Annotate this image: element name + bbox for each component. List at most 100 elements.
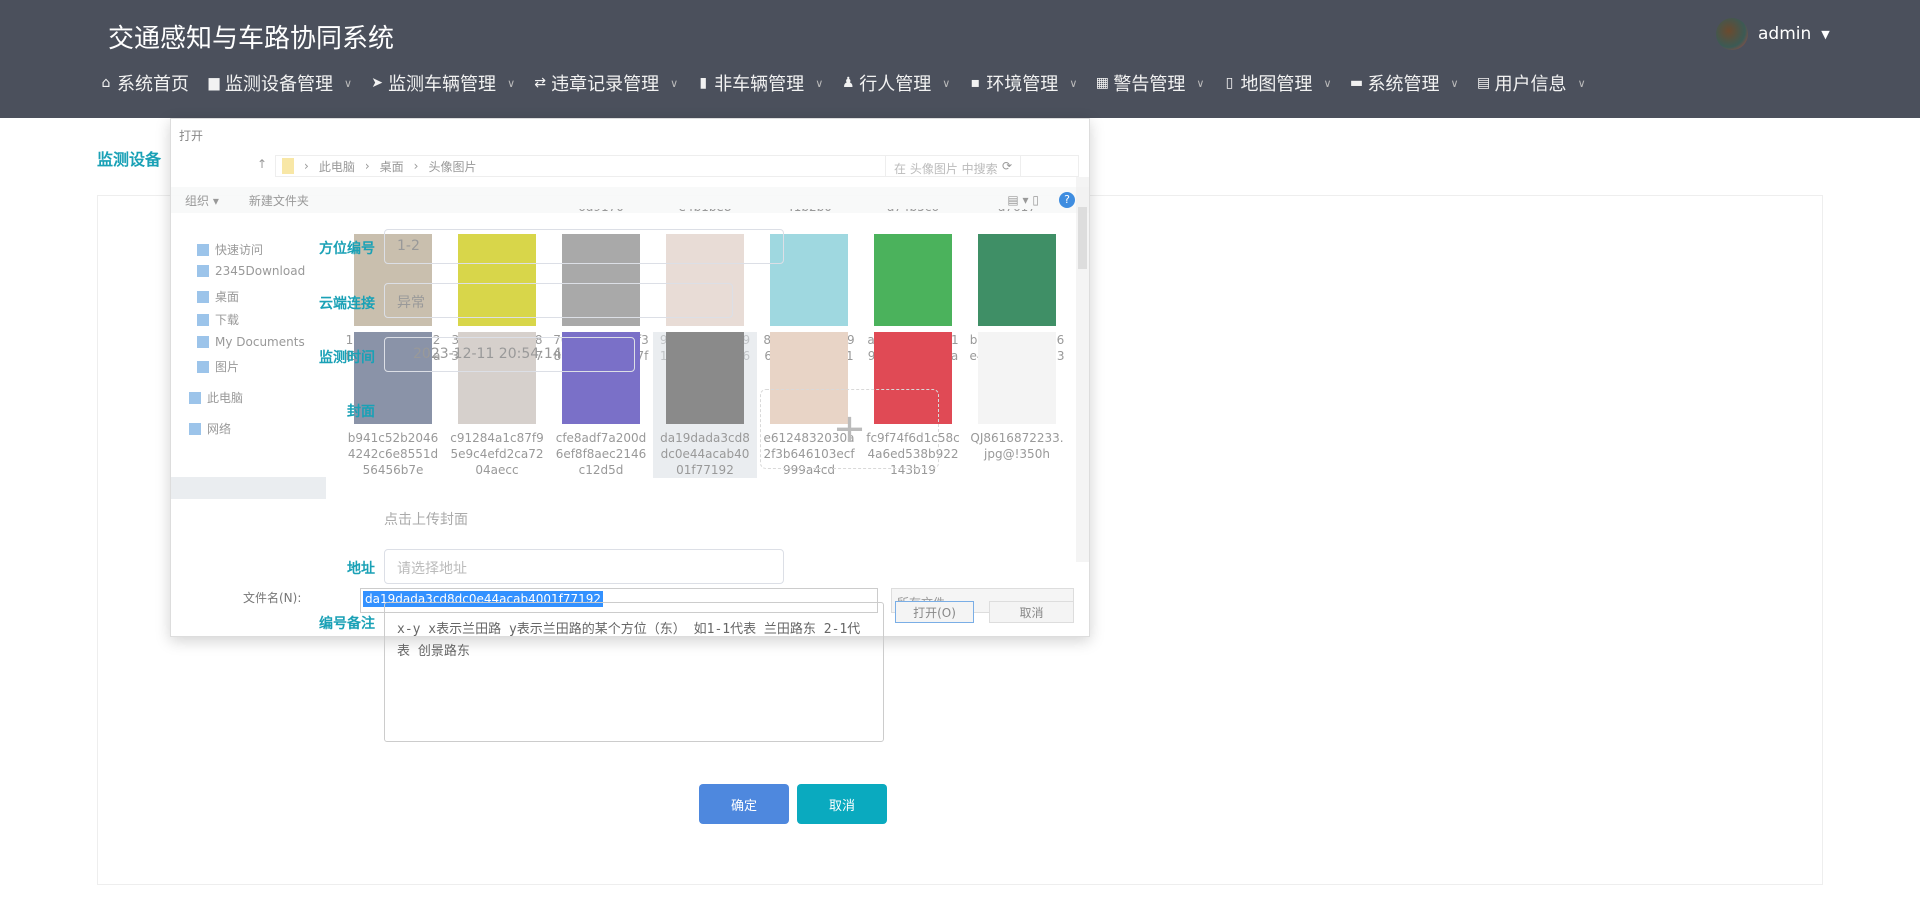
dialog-search-input[interactable]: 在 头像图片 中搜索: [885, 155, 1079, 177]
nav-label: 系统首页: [117, 74, 189, 95]
book-icon: ▮: [699, 75, 708, 91]
home-icon: ⌂: [101, 75, 111, 91]
nav-item-0[interactable]: ⌂ 系统首页: [98, 70, 189, 96]
cloud-select[interactable]: 异常: [384, 283, 733, 318]
file-item[interactable]: da19dada3cd8dc0e44acab4001f77192: [653, 332, 757, 478]
file-item[interactable]: QJ8616872233.jpg@!350h: [965, 332, 1069, 462]
position-input[interactable]: 1-2: [384, 229, 784, 264]
file-item[interactable]: 06b347e4adff11c90b11f99dbc41b2b0: [757, 209, 861, 215]
chevron-down-icon: ∨: [670, 76, 679, 90]
folder-icon: [197, 336, 209, 348]
file-item[interactable]: 00e28290cf3e787d695dfaa1616d9170: [549, 209, 653, 215]
view-icon[interactable]: ▤ ▾ ▯: [1007, 193, 1039, 207]
nav-pane-item[interactable]: 网络: [189, 420, 231, 437]
page-title: 监测设备: [97, 150, 162, 169]
file-name: cfe8adf7a200d6ef8f8aec2146c12d5d: [555, 431, 647, 477]
nav-item-9[interactable]: ▬ 系统管理 ∨: [1349, 70, 1459, 96]
nav-item-4[interactable]: ▮ 非车辆管理 ∨: [695, 70, 823, 96]
nav-pane-item[interactable]: 快速访问: [197, 241, 263, 258]
nav-item-10[interactable]: ▤ 用户信息 ∨: [1476, 70, 1586, 96]
nav-label: 违章记录管理: [551, 74, 660, 95]
help-icon[interactable]: ?: [1059, 192, 1075, 208]
chevron-down-icon: ∨: [507, 76, 516, 90]
nav-item-5[interactable]: ♟ 行人管理 ∨: [840, 70, 950, 96]
organize-button[interactable]: 组织 ▾: [185, 192, 219, 209]
nav-item-6[interactable]: ▪ 环境管理 ∨: [967, 70, 1078, 96]
grid-icon: ▦: [1095, 75, 1109, 91]
nav-label: 警告管理: [1113, 74, 1186, 95]
remark-textarea[interactable]: x-y x表示兰田路 y表示兰田路的某个方位（东） 如1-1代表 兰田路东 2-…: [384, 602, 884, 742]
nav-label: 用户信息: [1494, 74, 1567, 95]
breadcrumb-item[interactable]: 头像图片: [428, 158, 476, 175]
file-thumbnail: [978, 234, 1056, 326]
send-icon: ➤: [371, 75, 383, 91]
nav-pane-label: 此电脑: [207, 391, 244, 405]
cancel-button[interactable]: 取消: [797, 784, 887, 824]
file-name: 7cf600e110d030fedd87fd7dcfea7617: [969, 209, 1065, 215]
file-item[interactable]: 0d90cbd08f51104d87db11bb7e4b1be8: [653, 209, 757, 215]
briefcase-icon: ▆: [208, 75, 220, 91]
file-name: c91284a1c87f95e9c4efd2ca7204aecc: [450, 431, 544, 477]
nav-pane-label: 下载: [215, 313, 240, 327]
nav-pane-item[interactable]: 图片: [197, 358, 239, 375]
chevron-down-icon: ∨: [1069, 76, 1078, 90]
nav-item-7[interactable]: ▦ 警告管理 ∨: [1094, 70, 1205, 96]
cover-upload[interactable]: +: [760, 389, 939, 469]
top-header: 交通感知与车路协同系统 admin ▼ ⌂ 系统首页 ▆ 监测设备管理 ∨ ➤ 监测车辆管理…: [0, 0, 1920, 118]
nav-pane-item[interactable]: My Documents: [197, 335, 305, 349]
chevron-down-icon: ∨: [344, 76, 353, 90]
main-nav: ⌂ 系统首页 ▆ 监测设备管理 ∨ ➤ 监测车辆管理 ∨ ⇄ 违章记录管理 ∨ ▮ 非车辆管理 ∨ ♟ 行人管…: [98, 70, 1586, 96]
navigation-pane: 快速访问 2345Download 桌面下载 My Documents 图片此电脑网络: [171, 219, 326, 559]
cover-label: 封面: [347, 404, 375, 420]
folder-icon: [197, 290, 209, 303]
scrollbar[interactable]: [1076, 177, 1089, 562]
nav-label: 系统管理: [1367, 74, 1440, 95]
nav-pane-item[interactable]: 2345Download: [197, 264, 305, 278]
file-item[interactable]: 7cf600e110d030fedd87fd7dcfea7617: [965, 209, 1069, 215]
breadcrumb-item[interactable]: 此电脑: [319, 158, 355, 175]
new-folder-button[interactable]: 新建文件夹: [249, 192, 309, 209]
file-thumbnail: [874, 234, 952, 326]
nav-pane-item[interactable]: 下载: [197, 311, 239, 328]
filename-label: 文件名(N):: [243, 591, 302, 605]
nav-label: 非车辆管理: [714, 74, 805, 95]
chevron-down-icon: ∨: [815, 76, 824, 90]
app-title: 交通感知与车路协同系统: [108, 24, 395, 54]
user-icon: ♟: [841, 75, 855, 91]
monitor-icon: ▬: [1349, 75, 1364, 91]
nav-pane-label: My Documents: [215, 335, 305, 349]
file-name: QJ8616872233.jpg@!350h: [970, 431, 1064, 461]
dialog-cancel-button[interactable]: 取消: [989, 601, 1074, 623]
file-item[interactable]: 6eec607e46fe46ec0583ca1a8a74b5c6: [861, 209, 965, 215]
cover-hint: 点击上传封面: [384, 512, 468, 528]
nav-label: 地图管理: [1240, 74, 1313, 95]
address-label: 地址: [347, 561, 375, 577]
clipboard-icon: ▯: [1225, 75, 1234, 91]
folder-icon: [197, 265, 209, 277]
user-menu[interactable]: admin ▼: [1716, 18, 1830, 50]
breadcrumb-item[interactable]: 桌面: [380, 158, 404, 175]
folder-icon: [197, 313, 209, 326]
sliders-icon: ⇄: [534, 75, 546, 91]
file-name: 00e28290cf3e787d695dfaa1616d9170: [553, 209, 649, 215]
address-input[interactable]: 请选择地址: [384, 549, 784, 584]
nav-item-2[interactable]: ➤ 监测车辆管理 ∨: [369, 70, 515, 96]
chevron-down-icon: ∨: [1450, 76, 1459, 90]
folder-icon: [189, 391, 201, 404]
position-label: 方位编号: [319, 241, 375, 257]
file-thumbnail: [978, 332, 1056, 424]
open-button[interactable]: 打开(O): [895, 601, 974, 623]
nav-item-1[interactable]: ▆ 监测设备管理 ∨: [206, 70, 352, 96]
nav-pane-item[interactable]: 桌面: [197, 288, 239, 305]
file-name: 06b347e4adff11c90b11f99dbc41b2b0: [761, 209, 857, 215]
time-picker[interactable]: 2023-12-11 20:54:14: [384, 337, 635, 372]
confirm-button[interactable]: 确定: [699, 784, 789, 824]
nav-pane-label: 图片: [215, 360, 240, 374]
cloud-label: 云端连接: [319, 296, 375, 312]
up-arrow-icon[interactable]: ↑: [257, 157, 267, 171]
nav-item-8[interactable]: ▯ 地图管理 ∨: [1221, 70, 1332, 96]
nav-item-3[interactable]: ⇄ 违章记录管理 ∨: [532, 70, 678, 96]
chevron-down-icon: ∨: [942, 76, 951, 90]
file-name: 6eec607e46fe46ec0583ca1a8a74b5c6: [865, 209, 961, 215]
nav-pane-item[interactable]: 此电脑: [189, 389, 243, 406]
